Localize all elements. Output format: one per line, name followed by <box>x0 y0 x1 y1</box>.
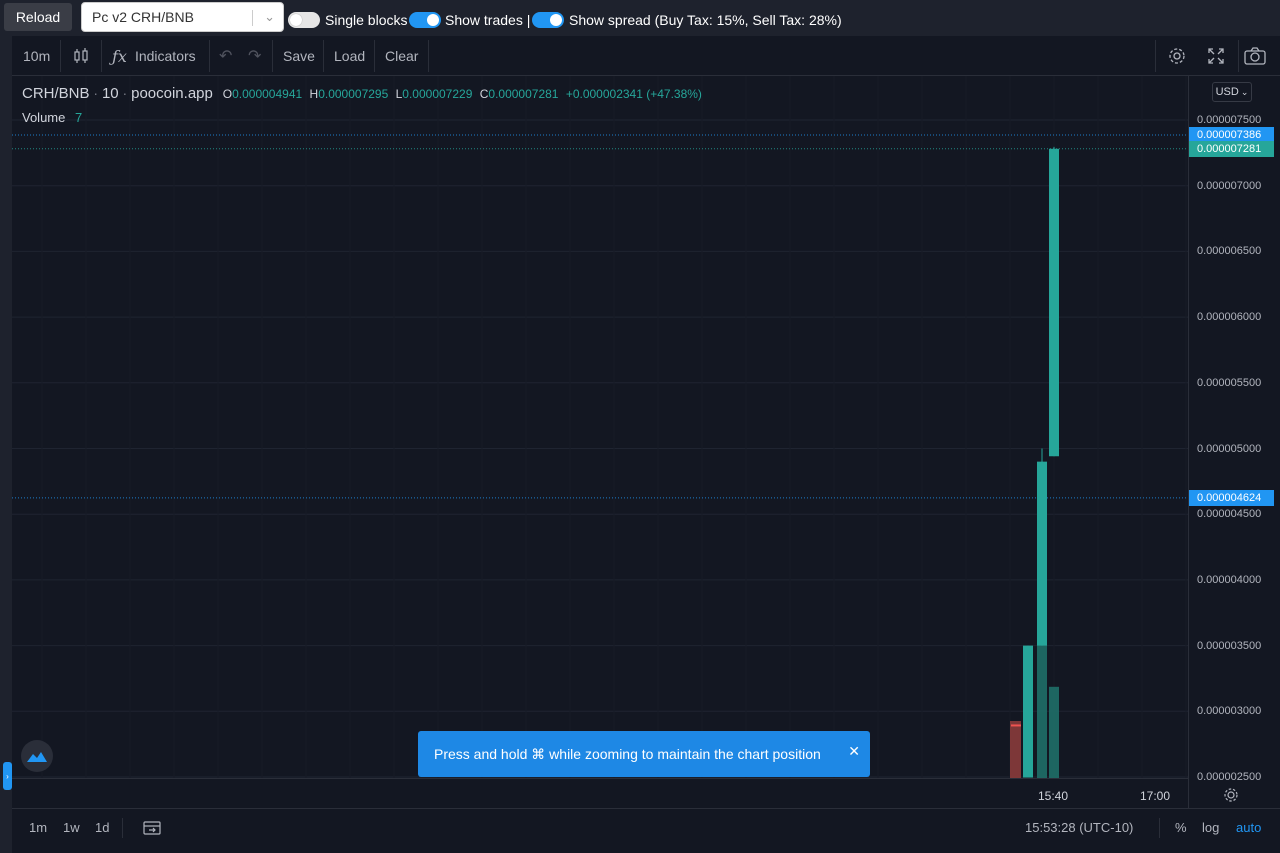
zoom-hint-toast: Press and hold ⌘ while zooming to mainta… <box>418 731 870 777</box>
pair-select-value: Pc v2 CRH/BNB <box>92 9 194 25</box>
volume-legend: Volume 7 <box>22 110 82 125</box>
close-icon[interactable]: ✕ <box>848 743 860 760</box>
reload-button[interactable]: Reload <box>4 3 72 31</box>
price-tick-label: 0.000007000 <box>1197 179 1262 192</box>
show-spread-toggle[interactable] <box>532 12 564 28</box>
candles <box>1011 146 1059 777</box>
redo-icon[interactable]: ↷ <box>248 36 261 76</box>
legend-symbol: CRH/BNB <box>22 85 90 102</box>
price-badge: 0.000007281 <box>1189 140 1274 157</box>
legend-open-key: O <box>222 87 233 101</box>
volume-bar <box>1010 721 1021 778</box>
time-tick: 17:00 <box>1140 789 1171 803</box>
chart-canvas[interactable] <box>12 76 1188 778</box>
camera-icon[interactable] <box>1244 36 1266 76</box>
tradingview-logo-icon[interactable] <box>21 740 53 772</box>
legend-change: +0.000002341 (+47.38%) <box>565 87 702 101</box>
price-lines <box>12 134 1188 499</box>
range-1m[interactable]: 1m <box>29 820 47 835</box>
price-tick-label: 0.000004000 <box>1197 573 1262 586</box>
gear-icon[interactable] <box>1167 36 1187 76</box>
single-blocks-toggle[interactable] <box>288 12 320 28</box>
grid <box>12 76 1188 778</box>
chart-toolbar: 10m ƒx Indicators ↶ ↷ Save Load Clear <box>12 36 1280 76</box>
log-toggle[interactable]: log <box>1202 820 1219 835</box>
volume-bar <box>1037 645 1047 778</box>
legend-close: 0.000007281 <box>488 87 559 101</box>
currency-button[interactable]: USD ⌄ <box>1212 82 1252 102</box>
price-tick-label: 0.000004500 <box>1197 508 1262 521</box>
price-tick-label: 0.000007500 <box>1197 114 1262 126</box>
chevron-down-icon: ⌄ <box>264 9 275 24</box>
panel-collapse-tab[interactable]: › <box>3 762 12 790</box>
toast-message: Press and hold ⌘ while zooming to mainta… <box>434 745 821 762</box>
price-tick-label: 0.000003500 <box>1197 639 1262 652</box>
show-trades-label: Show trades | <box>445 12 531 28</box>
range-1d[interactable]: 1d <box>95 820 109 835</box>
price-tick-label: 0.000003000 <box>1197 705 1262 718</box>
indicators-label: Indicators <box>134 48 196 64</box>
pair-select[interactable]: Pc v2 CRH/BNB ⌄ <box>81 2 284 32</box>
currency-label: USD <box>1215 86 1239 98</box>
auto-toggle[interactable]: auto <box>1236 820 1261 835</box>
chevron-down-icon: ⌄ <box>1240 86 1249 97</box>
legend-interval: 10 <box>101 85 119 102</box>
volume-bar <box>1049 686 1059 778</box>
interval-button[interactable]: 10m <box>23 36 50 76</box>
volume-label: Volume <box>22 110 66 125</box>
show-spread-label: Show spread (Buy Tax: 15%, Sell Tax: 28%… <box>569 12 842 28</box>
legend-high: 0.000007295 <box>318 87 389 101</box>
range-1w[interactable]: 1w <box>63 820 80 835</box>
price-tick-label: 0.000005000 <box>1197 442 1262 455</box>
clock[interactable]: 15:53:28 (UTC-10) <box>1025 820 1133 835</box>
price-tick-label: 0.000006500 <box>1197 245 1262 258</box>
price-tick-label: 0.000006000 <box>1197 311 1262 324</box>
time-axis[interactable] <box>12 778 1188 808</box>
left-drawing-strip <box>0 36 12 853</box>
chevron-right-icon: › <box>6 771 9 781</box>
function-icon: ƒx <box>112 46 127 66</box>
legend-open: 0.000004941 <box>232 87 303 101</box>
chart-app: Reload Pc v2 CRH/BNB ⌄ Single blocks Sho… <box>0 0 1280 853</box>
price-badge: 0.000004624 <box>1189 489 1274 506</box>
time-tick: 15:40 <box>1038 789 1069 803</box>
legend-high-key: H <box>309 87 319 101</box>
load-button[interactable]: Load <box>334 36 365 76</box>
volume-value: 7 <box>75 110 83 125</box>
top-control-bar: Reload Pc v2 CRH/BNB ⌄ Single blocks Sho… <box>0 0 1280 36</box>
candle-body <box>1023 645 1033 777</box>
undo-icon[interactable]: ↶ <box>219 36 232 76</box>
fullscreen-icon[interactable] <box>1207 36 1225 76</box>
legend-low: 0.000007229 <box>402 87 473 101</box>
ohlc-legend: CRH/BNB · 10 · poocoin.app O0.000004941 … <box>22 85 702 102</box>
price-tick-label: 0.000002500 <box>1197 771 1262 783</box>
candle-body <box>1037 461 1047 646</box>
select-divider <box>252 10 253 26</box>
save-button[interactable]: Save <box>283 36 315 76</box>
clear-button[interactable]: Clear <box>385 36 418 76</box>
date-range-icon[interactable] <box>143 820 161 841</box>
show-trades-toggle[interactable] <box>409 12 441 28</box>
candle-body <box>1049 148 1059 457</box>
single-blocks-label: Single blocks <box>325 12 408 28</box>
price-tick-label: 0.000005500 <box>1197 376 1262 389</box>
axis-settings-icon[interactable] <box>1222 786 1240 809</box>
legend-source: poocoin.app <box>131 85 213 102</box>
candles-icon[interactable] <box>72 36 90 76</box>
indicators-button[interactable]: ƒx Indicators <box>112 36 196 76</box>
candle-body <box>1011 724 1021 727</box>
percent-toggle[interactable]: % <box>1175 820 1187 835</box>
